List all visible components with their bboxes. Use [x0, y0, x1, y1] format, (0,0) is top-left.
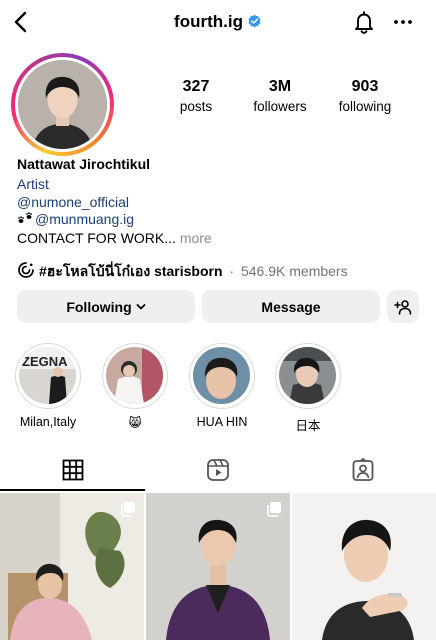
active-tab-indicator: [0, 489, 145, 491]
post-thumbnail[interactable]: [146, 493, 290, 640]
verified-badge-icon: [248, 14, 261, 28]
message-button[interactable]: Message: [202, 290, 380, 323]
following-label: Following: [66, 298, 132, 315]
channel-name: #ฮะโหลโบ้นี่โก๋เอง starisborn: [39, 263, 223, 279]
bio-mention-text: @munmuang.ig: [35, 211, 135, 227]
chevron-down-icon: [136, 303, 146, 309]
bio-more-link[interactable]: more: [180, 230, 212, 246]
channel-icon: [18, 262, 34, 278]
story-highlight[interactable]: 😸: [101, 343, 169, 430]
highlight-label: 日本: [295, 419, 321, 433]
post-thumbnail[interactable]: [0, 493, 144, 640]
channel-separator: ·: [229, 263, 235, 279]
multiple-photos-icon: [121, 502, 135, 517]
story-highlight[interactable]: HUA HIN: [188, 343, 256, 429]
stat-label: followers: [253, 99, 307, 114]
profile-tabs: [0, 448, 436, 492]
story-highlight[interactable]: 日本: [274, 343, 342, 434]
bell-icon: [355, 11, 373, 34]
following-button[interactable]: Following: [17, 290, 195, 323]
post-image: [292, 493, 436, 640]
highlight-label: Milan,Italy: [19, 415, 77, 429]
tab-tagged[interactable]: [290, 448, 435, 492]
multiple-photos-icon: [267, 502, 281, 517]
avatar-photo: [18, 60, 107, 149]
grid-icon: [62, 459, 83, 481]
story-highlight[interactable]: ZEGNA Milan,Italy: [14, 343, 82, 429]
notifications-button[interactable]: [352, 10, 376, 34]
stat-value: 3M: [268, 78, 292, 95]
highlight-label: HUA HIN: [196, 415, 248, 429]
stat-posts[interactable]: 327 posts: [156, 78, 236, 114]
more-horizontal-icon: [394, 20, 412, 24]
paw-prints-icon: [18, 212, 32, 223]
tab-reels[interactable]: [145, 448, 290, 492]
add-user-icon: [394, 299, 412, 315]
stat-following[interactable]: 903 following: [325, 78, 405, 114]
stat-value: 903: [351, 78, 379, 95]
username-text: fourth.ig: [174, 12, 243, 31]
stat-label: posts: [179, 99, 213, 114]
highlight-cover: ZEGNA: [19, 347, 76, 404]
highlight-cover: [106, 347, 163, 404]
post-thumbnail[interactable]: [292, 493, 436, 640]
bio-mention-link-2[interactable]: @munmuang.ig: [17, 211, 134, 227]
svg-text:ZEGNA: ZEGNA: [22, 354, 68, 369]
highlight-cover: [193, 347, 250, 404]
highlight-cover: [279, 347, 336, 404]
bio-body: CONTACT FOR WORK...: [17, 230, 176, 246]
top-bar: fourth.ig: [0, 0, 436, 46]
suggested-users-button[interactable]: [387, 290, 419, 323]
tagged-icon: [352, 458, 373, 481]
profile-category: Artist: [17, 176, 49, 192]
bio-text: CONTACT FOR WORK... more: [17, 230, 212, 246]
channel-members: 546.9K members: [240, 263, 348, 279]
more-options-button[interactable]: [392, 12, 414, 32]
stat-followers[interactable]: 3M followers: [240, 78, 320, 114]
stat-label: following: [338, 99, 392, 114]
reels-icon: [206, 459, 229, 481]
profile-avatar[interactable]: [11, 53, 114, 156]
profile-full-name: Nattawat Jirochtikul: [17, 156, 151, 172]
tab-posts-grid[interactable]: [0, 448, 145, 492]
broadcast-channel-link[interactable]: #ฮะโหลโบ้นี่โก๋เอง starisborn · 546.9K m…: [17, 261, 348, 279]
bio-mention-link[interactable]: @numone_official: [17, 194, 129, 210]
stat-value: 327: [182, 78, 210, 95]
highlight-label: 😸: [128, 416, 142, 430]
message-label: Message: [261, 298, 321, 315]
